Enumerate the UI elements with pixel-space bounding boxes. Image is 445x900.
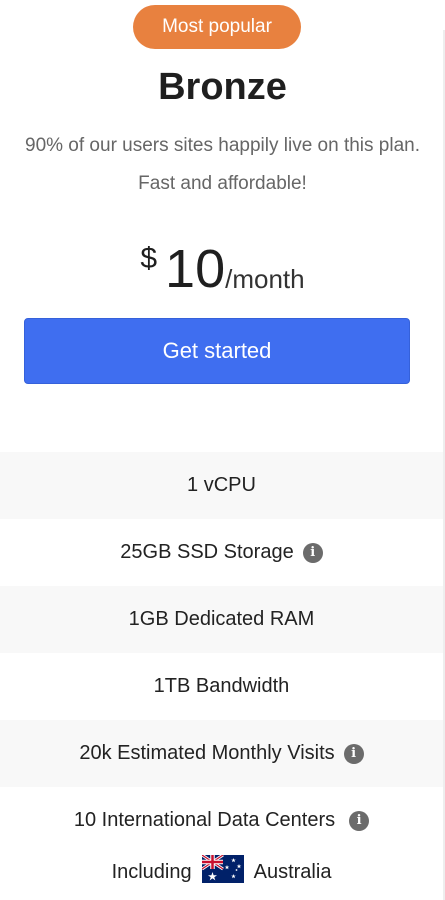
feature-item-vcpu: 1 vCPU — [0, 452, 443, 519]
price-amount: 10 — [165, 239, 226, 299]
info-icon[interactable]: i — [302, 542, 323, 563]
data-center-location: Including Australia — [0, 853, 443, 889]
pricing-card: Most popular Bronze 90% of our users sit… — [0, 0, 445, 900]
price-currency: $ — [140, 242, 158, 275]
feature-label: 25GB SSD Storage — [120, 541, 294, 563]
plan-price: $ 10 /month — [0, 238, 445, 300]
feature-item-storage: 25GB SSD Storage i — [0, 519, 443, 586]
location-country: Australia — [253, 860, 332, 883]
feature-item-data-centers: 10 International Data Centers i — [0, 787, 443, 854]
feature-label: 10 International Data Centers — [73, 809, 336, 831]
most-popular-badge: Most popular — [133, 5, 301, 49]
australia-flag-icon — [200, 853, 244, 889]
feature-label: 1TB Bandwidth — [153, 675, 290, 697]
location-prefix: Including — [111, 860, 192, 883]
feature-label: 20k Estimated Monthly Visits — [79, 742, 335, 764]
price-period: /month — [225, 264, 305, 294]
feature-item-bandwidth: 1TB Bandwidth — [0, 653, 443, 720]
info-icon[interactable]: i — [349, 810, 370, 831]
feature-label: 1GB Dedicated RAM — [128, 608, 315, 630]
feature-item-visits: 20k Estimated Monthly Visits i — [0, 720, 443, 787]
feature-item-ram: 1GB Dedicated RAM — [0, 586, 443, 653]
plan-description: 90% of our users sites happily live on t… — [25, 135, 420, 194]
feature-label: 1 vCPU — [187, 474, 256, 496]
feature-list: 1 vCPU 25GB SSD Storage i 1GB Dedicated … — [0, 452, 443, 854]
plan-name: Bronze — [158, 66, 287, 108]
get-started-button[interactable]: Get started — [24, 318, 410, 384]
info-icon[interactable]: i — [343, 743, 364, 764]
